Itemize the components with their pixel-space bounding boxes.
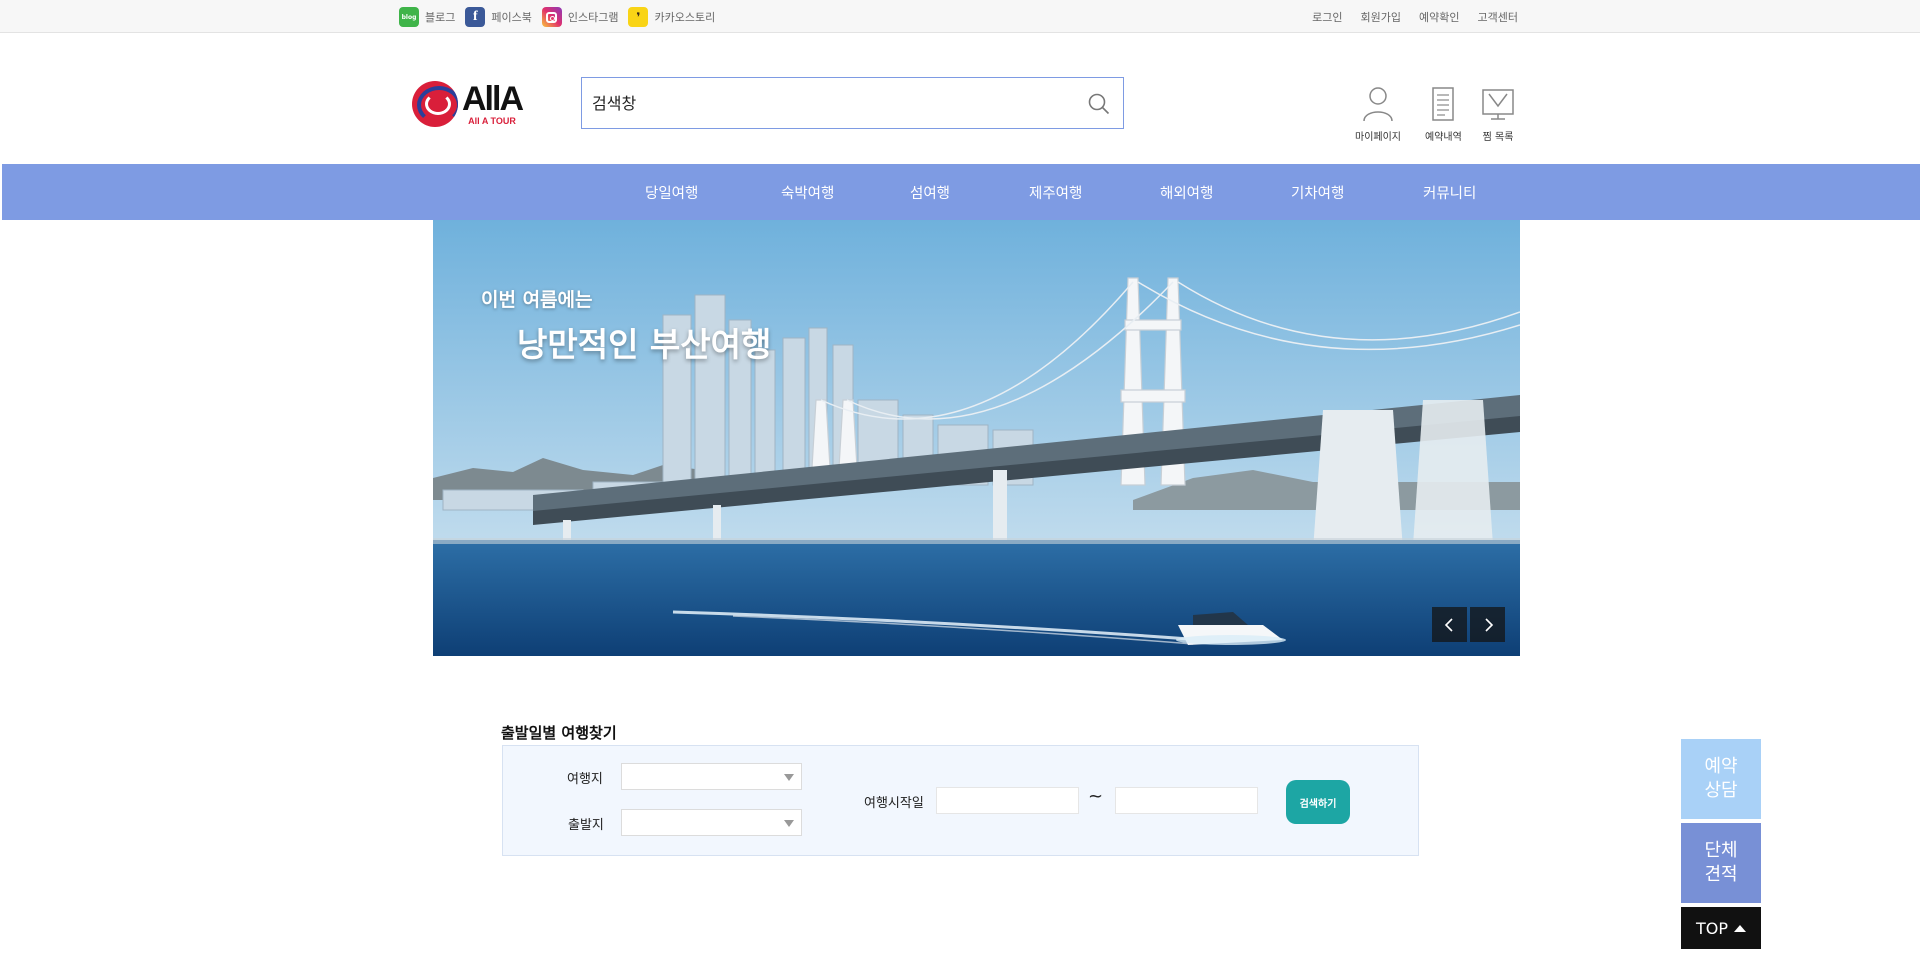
utility-links: 로그인 회원가입 예약확인 고객센터 (1312, 9, 1518, 25)
search-box (581, 77, 1124, 129)
facebook-icon: f (465, 7, 486, 27)
hero-banner: 이번 여름에는 낭만적인 부산여행 (433, 220, 1520, 656)
nav-item-day-trip[interactable]: 당일여행 (645, 182, 698, 203)
user-icon (1363, 87, 1393, 122)
logo-text: AllA All A TOUR (462, 80, 524, 126)
chevron-left-icon (1444, 617, 1453, 632)
destination-label: 여행지 (567, 772, 603, 787)
nav-item-community[interactable]: 커뮤니티 (1423, 182, 1476, 203)
logo-mark-icon (412, 81, 458, 127)
reservation-history-link[interactable]: 예약내역 (1425, 86, 1462, 143)
logo-main-text: AllA (462, 80, 524, 118)
banner-subtitle: 이번 여름에는 (481, 289, 593, 311)
mypage-link[interactable]: 마이페이지 (1355, 86, 1401, 143)
wishlist-link[interactable]: 찜 목록 (1481, 86, 1515, 143)
destination-select[interactable] (621, 763, 802, 790)
sns-facebook-link[interactable]: f 페이스북 (465, 7, 532, 27)
group-quote-label: 단체 견적 (1704, 840, 1738, 885)
reservation-check-link[interactable]: 예약확인 (1419, 9, 1459, 25)
chevron-right-icon (1484, 617, 1493, 632)
main-nav: 당일여행 숙박여행 섬여행 제주여행 해외여행 기차여행 커뮤니티 (2, 164, 1920, 220)
sns-kakaostory-link[interactable]: ❜ 카카오스토리 (628, 7, 715, 27)
banner-image (433, 220, 1520, 656)
start-date-to-input[interactable] (1115, 787, 1258, 814)
mypage-label: 마이페이지 (1355, 132, 1401, 143)
top-utility-bar: blog 블로그 f 페이스북 인스타그램 ❜ 카카오스토리 로그인 회원가입 … (0, 0, 1920, 33)
document-icon (1432, 87, 1455, 121)
sns-links: blog 블로그 f 페이스북 인스타그램 ❜ 카카오스토리 (399, 7, 715, 27)
date-finder-panel: 여행지 출발지 여행시작일 ~ 검색하기 (502, 745, 1419, 856)
sns-facebook-label: 페이스북 (491, 11, 532, 24)
blog-icon: blog (399, 7, 419, 27)
group-quote-button[interactable]: 단체 견적 (1681, 823, 1761, 903)
search-button[interactable] (1087, 92, 1111, 116)
start-date-label: 여행시작일 (864, 796, 924, 811)
login-link[interactable]: 로그인 (1312, 9, 1342, 25)
finder-search-button[interactable]: 검색하기 (1286, 780, 1350, 824)
banner-prev-button[interactable] (1432, 607, 1467, 642)
sns-kakaostory-label: 카카오스토리 (654, 11, 716, 24)
banner-next-button[interactable] (1470, 607, 1505, 642)
date-range-tilde: ~ (1088, 786, 1104, 807)
sns-instagram-label: 인스타그램 (567, 11, 619, 24)
nav-item-island-trip[interactable]: 섬여행 (910, 182, 950, 203)
nav-item-jeju-trip[interactable]: 제주여행 (1029, 182, 1082, 203)
reservation-consult-label: 예약 상담 (1704, 756, 1738, 801)
search-input[interactable] (582, 78, 1062, 128)
signup-link[interactable]: 회원가입 (1361, 9, 1401, 25)
sns-blog-link[interactable]: blog 블로그 (399, 7, 455, 27)
finder-title: 출발일별 여행찾기 (501, 724, 617, 742)
nav-item-stay-trip[interactable]: 숙박여행 (781, 182, 834, 203)
start-date-from-input[interactable] (936, 787, 1079, 814)
logo-sub-text: All A TOUR (468, 116, 516, 126)
nav-item-overseas-trip[interactable]: 해외여행 (1160, 182, 1213, 203)
nav-item-train-trip[interactable]: 기차여행 (1291, 182, 1344, 203)
departure-select[interactable] (621, 809, 802, 836)
reservation-consult-button[interactable]: 예약 상담 (1681, 739, 1761, 819)
customer-center-link[interactable]: 고객센터 (1478, 9, 1518, 25)
site-logo[interactable]: AllA All A TOUR (412, 79, 534, 129)
kakaostory-icon: ❜ (628, 7, 649, 27)
wishlist-icon (1482, 89, 1514, 120)
reservation-history-label: 예약내역 (1425, 132, 1462, 143)
search-icon (1088, 93, 1110, 115)
banner-title: 낭만적인 부산여행 (517, 325, 772, 364)
instagram-icon (541, 7, 562, 27)
scroll-top-label: TOP (1695, 918, 1728, 938)
page: blog 블로그 f 페이스북 인스타그램 ❜ 카카오스토리 로그인 회원가입 … (0, 0, 1920, 957)
sns-blog-label: 블로그 (425, 11, 456, 24)
sns-instagram-link[interactable]: 인스타그램 (541, 7, 619, 27)
arrow-up-icon (1734, 925, 1746, 932)
scroll-top-button[interactable]: TOP (1681, 907, 1761, 949)
wishlist-label: 찜 목록 (1482, 132, 1514, 143)
departure-label: 출발지 (568, 818, 604, 833)
